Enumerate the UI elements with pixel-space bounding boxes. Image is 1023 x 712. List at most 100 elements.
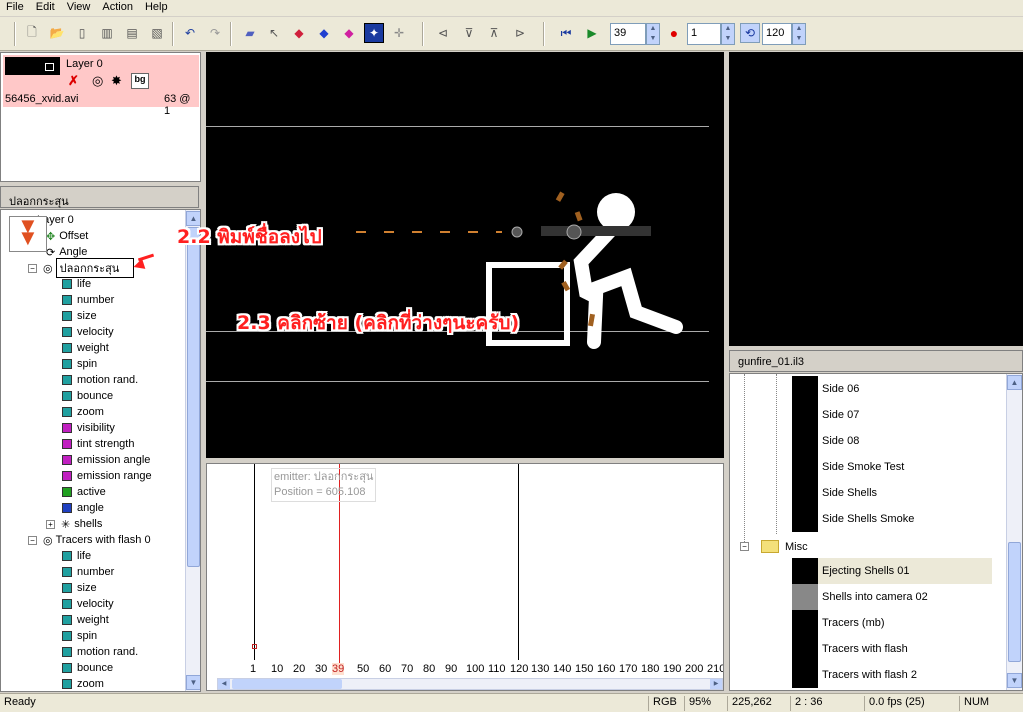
library-item[interactable]: Side 06 — [792, 376, 992, 402]
property-item[interactable]: bounce — [62, 388, 113, 404]
scroll-down-icon[interactable]: ▼ — [186, 675, 200, 690]
frame-spinner[interactable]: ▲ ▼ — [646, 23, 660, 45]
blue-emitter-icon[interactable]: ◆ — [314, 23, 334, 43]
library-scrollbar[interactable]: ▲ ▼ — [1006, 374, 1022, 690]
property-item[interactable]: spin — [62, 628, 97, 644]
forward-icon[interactable]: ⊳ — [510, 23, 530, 43]
target-icon[interactable]: ◎ — [92, 73, 108, 89]
property-item[interactable]: motion rand. — [62, 372, 138, 388]
scroll-left-icon[interactable]: ◀ — [218, 679, 230, 689]
frame-input[interactable]: 39 — [610, 23, 646, 45]
collapse-icon[interactable]: − — [28, 263, 37, 273]
library-item[interactable]: Side Smoke Test — [792, 454, 992, 480]
loop-icon[interactable]: ⟲ — [740, 23, 760, 43]
library-item[interactable]: Ejecting Shells 01 — [792, 558, 992, 584]
tree-scrollbar[interactable]: ▲ ▼ — [185, 210, 200, 691]
menu-view[interactable]: View — [61, 0, 97, 16]
menu-file[interactable]: File — [0, 0, 30, 16]
emitter2-item[interactable]: − ◎ Tracers with flash 0 — [28, 532, 151, 548]
move-icon[interactable]: ✛ — [389, 23, 409, 43]
shells-item[interactable]: + ✳ shells — [46, 516, 102, 532]
pages-icon[interactable]: ▧ — [147, 23, 167, 43]
property-item[interactable]: emission range — [62, 468, 152, 484]
library-icon[interactable]: ▥ — [97, 23, 117, 43]
step-back-icon[interactable]: ⊽ — [459, 23, 479, 43]
library-item[interactable]: Side Shells Smoke — [792, 506, 992, 532]
new-emitter-icon[interactable]: ▯ — [72, 23, 92, 43]
loop-input[interactable]: 120 — [762, 23, 792, 45]
skip-start-icon[interactable]: ⏮ — [556, 23, 576, 43]
step-forward-icon[interactable]: ⊼ — [484, 23, 504, 43]
property-item[interactable]: tint strength — [62, 436, 134, 452]
play-icon[interactable]: ▶ — [582, 23, 602, 43]
property-item[interactable]: life — [62, 276, 91, 292]
property-item[interactable]: zoom — [62, 404, 104, 420]
undo-icon[interactable]: ↶ — [180, 23, 200, 43]
rewind-icon[interactable]: ⊲ — [433, 23, 453, 43]
scroll-right-icon[interactable]: ▶ — [710, 679, 722, 689]
library-item[interactable]: Tracers (mb) — [792, 610, 992, 636]
render-viewport[interactable] — [206, 52, 724, 458]
timeline[interactable]: emitter: ปลอกกระสุน Position = 605.108 1… — [206, 463, 724, 691]
pointer-icon[interactable]: ↖ — [264, 23, 284, 43]
new-icon[interactable]: 🗋 — [22, 23, 42, 43]
book-icon[interactable]: ▤ — [122, 23, 142, 43]
library-item[interactable]: Side 07 — [792, 402, 992, 428]
library-item[interactable]: Tracers with flash — [792, 636, 992, 662]
collapse-icon[interactable]: − — [28, 535, 37, 545]
property-item[interactable]: visibility — [62, 420, 115, 436]
library-item[interactable]: Shells into camera 02 — [792, 584, 992, 610]
layer-header[interactable]: Layer 0 ✗ ◎ ✸ bg 56456_xvid.avi 63 @ 1 — [3, 55, 199, 117]
record-spinner[interactable]: ▲ ▼ — [721, 23, 735, 45]
library-scroll-thumb[interactable] — [1008, 542, 1021, 662]
property-item[interactable]: spin — [62, 356, 97, 372]
emitter1-item[interactable]: − ◎ ปลอกกระสุน — [28, 258, 134, 278]
property-item[interactable]: velocity — [62, 596, 114, 612]
property-item[interactable]: weight — [62, 612, 109, 628]
open-folder-icon[interactable]: 📂 — [47, 23, 67, 43]
visibility-off-icon[interactable]: ✗ — [68, 73, 84, 89]
emitter1-name-field[interactable]: ปลอกกระสุน — [55, 258, 134, 278]
loop-spinner[interactable]: ▲ ▼ — [792, 23, 806, 45]
property-item[interactable]: number — [62, 564, 114, 580]
property-item[interactable]: motion rand. — [62, 644, 138, 660]
property-item[interactable]: weight — [62, 340, 109, 356]
burst-icon[interactable]: ✸ — [111, 73, 127, 89]
property-item[interactable]: zoom — [62, 676, 104, 691]
expand-icon[interactable]: + — [46, 519, 55, 529]
background-icon[interactable]: bg — [131, 73, 149, 89]
offset-item[interactable]: ✥ Offset — [46, 228, 88, 244]
menu-help[interactable]: Help — [139, 0, 174, 16]
red-emitter-icon[interactable]: ◆ — [289, 23, 309, 43]
redo-icon[interactable]: ↷ — [205, 23, 225, 43]
property-item[interactable]: life — [62, 548, 91, 564]
property-item[interactable]: angle — [62, 500, 104, 516]
property-item[interactable]: number — [62, 292, 114, 308]
scroll-up-icon[interactable]: ▲ — [1007, 375, 1022, 390]
tree-scroll-thumb[interactable] — [187, 227, 200, 567]
property-item[interactable]: bounce — [62, 660, 113, 676]
record-input[interactable]: 1 — [687, 23, 721, 45]
particle-view-icon[interactable]: ✦ — [364, 23, 384, 43]
misc-folder[interactable]: − Misc — [740, 540, 808, 553]
library-item[interactable]: Side Shells — [792, 480, 992, 506]
magenta-emitter-icon[interactable]: ◆ — [339, 23, 359, 43]
scroll-down-icon[interactable]: ▼ — [1007, 673, 1022, 688]
collapse-icon[interactable]: − — [740, 542, 749, 551]
property-item[interactable]: size — [62, 308, 97, 324]
property-item[interactable]: velocity — [62, 324, 114, 340]
property-item[interactable]: size — [62, 580, 97, 596]
timeline-scroll-thumb[interactable] — [232, 679, 342, 689]
record-icon[interactable]: ● — [664, 23, 684, 43]
menu-edit[interactable]: Edit — [30, 0, 61, 16]
property-item[interactable]: emission angle — [62, 452, 150, 468]
library-item[interactable]: Side 08 — [792, 428, 992, 454]
library-item[interactable]: Tracers with flash 2 — [792, 662, 992, 688]
timeline-hscrollbar[interactable]: ◀ ▶ — [217, 678, 723, 690]
library-item-label: Tracers with flash — [822, 643, 908, 655]
layer-icon[interactable]: ▰ — [240, 23, 260, 43]
menu-action[interactable]: Action — [96, 0, 139, 16]
keyframe-marker[interactable] — [252, 644, 257, 649]
item-thumbnail — [792, 662, 818, 688]
property-item[interactable]: active — [62, 484, 106, 500]
